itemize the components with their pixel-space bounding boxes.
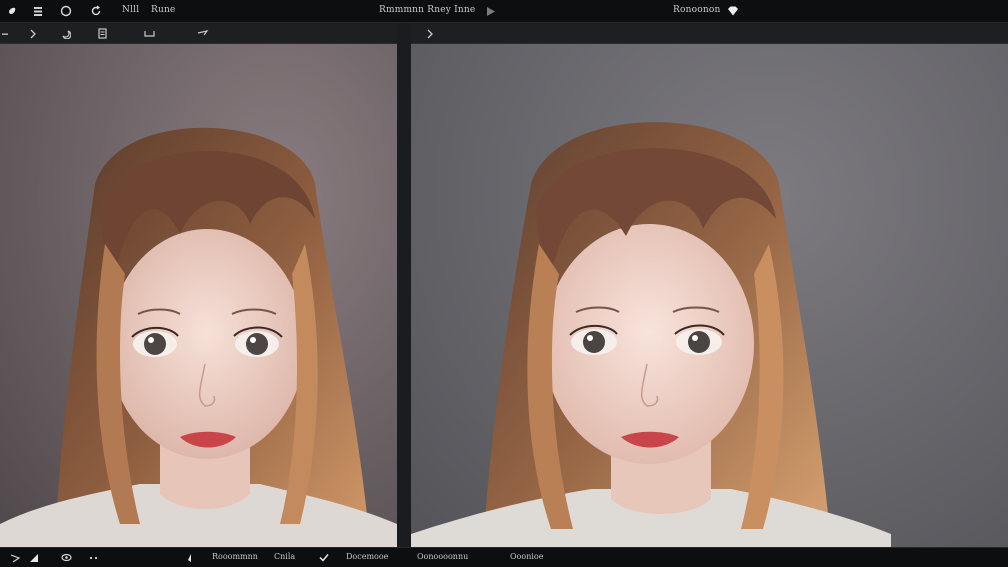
document-icon[interactable] [96,27,108,40]
status-item-5[interactable]: Ooonioe [510,552,543,561]
portrait-image-before [0,127,397,547]
status-item-1[interactable]: Rooommnn [212,552,258,561]
status-item-4[interactable]: Oonoooonnu [417,552,468,561]
play-icon[interactable] [483,4,497,18]
left-panel-toolbar [0,23,397,44]
right-image-viewport[interactable] [411,44,1008,547]
pen-icon[interactable] [9,552,20,563]
drop-icon[interactable] [5,4,19,18]
dots-icon[interactable] [88,552,99,563]
check-icon[interactable] [318,552,329,563]
window-title: Rmmmnn Rney Inne [379,5,476,15]
status-bar: Rooommnn Cnila Docemooe Oonoooonnu Oooni… [0,547,1008,567]
refresh-icon[interactable] [89,4,103,18]
menu-item-1[interactable]: Nlll [122,5,139,15]
panel-divider[interactable] [397,23,411,547]
menu-item-2[interactable]: Rune [151,5,176,15]
left-image-viewport[interactable] [0,44,397,547]
brush-icon[interactable] [197,27,209,40]
status-item-3[interactable]: Docemooe [346,552,388,561]
right-panel-toolbar [411,23,1008,44]
menu-icon[interactable] [31,4,45,18]
right-label[interactable]: Ronoonon [673,5,720,15]
circle-icon[interactable] [59,4,73,18]
eye-icon[interactable] [61,552,72,563]
diamond-icon[interactable] [726,4,740,18]
chevron-right-icon[interactable] [27,27,39,40]
marker-icon[interactable] [184,552,195,563]
chevron-right-icon[interactable] [424,27,436,40]
moon-icon[interactable] [60,27,72,40]
minus-icon[interactable] [0,27,12,40]
triangle-icon[interactable] [28,552,39,563]
top-menu-bar: Nlll Rune Rmmmnn Rney Inne Ronoonon [0,0,1008,23]
crop-icon[interactable] [143,27,155,40]
portrait-image-after [411,122,891,547]
status-item-2[interactable]: Cnila [274,552,295,561]
